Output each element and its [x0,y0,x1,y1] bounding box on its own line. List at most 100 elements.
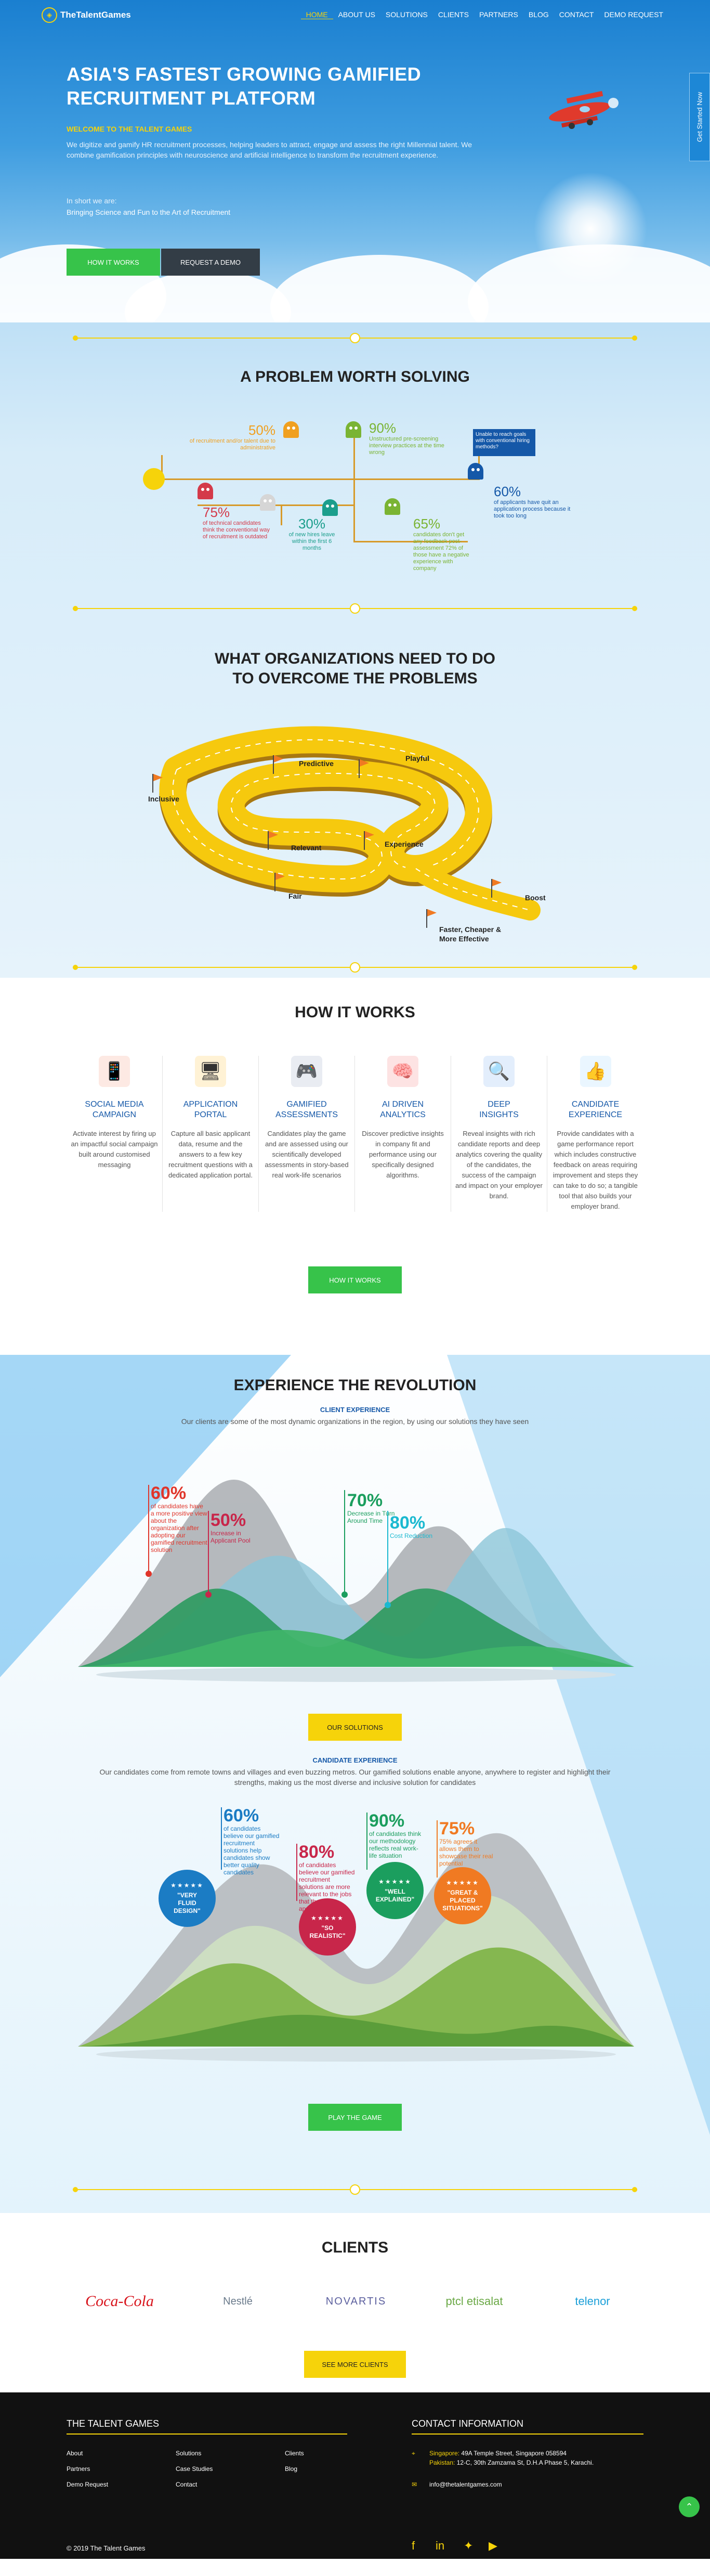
nav-item-blog[interactable]: BLOG [523,10,554,19]
novartis-logo[interactable]: NOVARTIS [314,2283,398,2320]
problem-stat: 60% of applicants have quit an applicatio… [494,484,571,519]
candidate-mountains-illustration [78,1833,634,2062]
play-the-game-button[interactable]: PLAY THE GAME [308,2104,402,2131]
bulb-icon [350,962,360,973]
candidate-stat: 60% of candidates believe our gamified re… [223,1806,280,1876]
sky-band: A PROBLEM WORTH SOLVING 50% of recruitmen… [0,322,710,978]
nav-item-about[interactable]: ABOUT US [333,10,380,19]
facebook-icon[interactable]: f [412,2539,415,2553]
candidate-stat: 90% of candidates think our methodology r… [369,1811,422,1859]
client-experience-heading: CLIENT EXPERIENCE [320,1406,390,1414]
stat-pin [387,1511,388,1604]
how-it-works-button[interactable]: HOW IT WORKS [67,249,160,276]
client-experience-text: Our clients are some of the most dynamic… [181,1417,529,1426]
footer-link-contact[interactable]: Contact [176,2481,197,2488]
nav-item-clients[interactable]: CLIENTS [433,10,474,19]
nav-item-solutions[interactable]: SOLUTIONS [380,10,433,19]
ghost-icon [385,498,400,515]
how-step: 🧠 AI DRIVEN ANALYTICS Discover predictive… [355,1056,451,1212]
how-step-text: Reveal insights with rich candidate repo… [455,1130,543,1200]
flag-icon [491,879,502,898]
how-step-title: APPLICATION PORTAL [183,1100,238,1119]
bulb-icon [350,603,360,614]
candidate-experience-heading: CANDIDATE EXPERIENCE [312,1756,398,1764]
how-step: 🎮 GAMIFIED ASSESSMENTS Candidates play th… [259,1056,355,1212]
nav-item-home[interactable]: HOME [300,10,333,19]
road-label-inclusive: Inclusive [148,795,179,803]
footer-contact-heading: CONTACT INFORMATION [412,2418,643,2435]
telenor-logo[interactable]: telenor [551,2283,634,2320]
bulb-icon [350,2184,360,2195]
twitter-icon[interactable]: ✦ [464,2539,473,2553]
youtube-icon[interactable]: ▶ [489,2539,497,2553]
logo-text: TheTalentGames [60,10,131,20]
logo[interactable]: ◈ TheTalentGames [42,7,131,23]
logo-mark-icon: ◈ [42,7,57,23]
how-it-works-button[interactable]: HOW IT WORKS [308,1266,402,1293]
how-step-text: Capture all basic applicant data, resume… [168,1130,253,1179]
nav-item-demo[interactable]: DEMO REQUEST [599,10,668,19]
flag-icon [364,831,374,850]
how-step-text: Discover predictive insights in company … [362,1130,444,1179]
footer-company-heading: THE TALENT GAMES [67,2418,347,2435]
clients-section: CLIENTS Coca-Cola Nestlé NOVARTIS ptcl e… [0,2213,710,2392]
problem-stat: 75% of technical candidates think the con… [203,504,270,540]
get-started-tab[interactable]: Get Started Now [689,73,710,161]
how-step: 👍 CANDIDATE EXPERIENCE Provide candidates… [547,1056,643,1212]
footer-link-blog[interactable]: Blog [285,2465,297,2473]
ptcl-logo[interactable]: ptcl etisalat [433,2283,516,2320]
ghost-icon [346,421,361,438]
maze-track [353,437,355,541]
footer-link-case-studies[interactable]: Case Studies [176,2465,213,2473]
how-step-text: Provide candidates with a game performan… [553,1130,638,1210]
section-divider [73,333,637,343]
footer-link-partners[interactable]: Partners [67,2465,90,2473]
request-demo-button[interactable]: REQUEST A DEMO [161,249,260,276]
coca-cola-logo[interactable]: Coca-Cola [78,2283,161,2320]
footer-link-clients[interactable]: Clients [285,2450,304,2457]
problem-title: A PROBLEM WORTH SOLVING [240,368,470,385]
candidate-experience-text: Our candidates come from remote towns an… [99,1768,611,1787]
candidate-stat: 75% 75% agrees it allows them to showcase… [439,1819,493,1867]
our-solutions-button[interactable]: OUR SOLUTIONS [308,1714,402,1741]
linkedin-icon[interactable]: in [436,2539,444,2553]
airplane-icon [549,90,619,129]
nav-item-contact[interactable]: CONTACT [554,10,599,19]
flag-icon [268,831,278,850]
how-step-title: DEEP INSIGHTS [479,1100,519,1119]
nestle-logo[interactable]: Nestlé [196,2283,280,2320]
testimonial-bubble: ★★★★★ "GREAT & PLACED SITUATIONS" [434,1867,491,1924]
footer-email[interactable]: info@thetalentgames.com [429,2480,502,2489]
sun-glow [533,172,648,286]
see-more-clients-button[interactable]: SEE MORE CLIENTS [304,2351,406,2378]
footer-link-about[interactable]: About [67,2450,83,2457]
stars-icon: ★★★★★ [170,1882,204,1889]
bulb-icon [350,333,360,343]
how-step: 📱 SOCIAL MEDIA CAMPAIGN Activate interest… [67,1056,163,1212]
gamepad-icon: 🎮 [291,1056,322,1087]
how-step-title: SOCIAL MEDIA CAMPAIGN [85,1100,144,1119]
how-it-works-section: HOW IT WORKS 📱 SOCIAL MEDIA CAMPAIGN Acti… [0,978,710,1355]
roadmap-section: WHAT ORGANIZATIONS NEED TO DO TO OVERCOME… [0,635,710,978]
client-stat: 60% of candidates have a more positive vi… [151,1483,207,1554]
hero-title: ASIA'S FASTEST GROWING GAMIFIED RECRUITM… [67,63,422,109]
stat-pin [148,1485,149,1573]
page: ◈ TheTalentGames HOME ABOUT US SOLUTIONS… [0,0,710,2559]
roadmap-illustration [159,726,541,921]
testimonial-bubble: ★★★★★ "SO REALISTIC" [299,1898,356,1956]
roadmap-title: WHAT ORGANIZATIONS NEED TO DO TO OVERCOME… [215,650,495,687]
nav-item-partners[interactable]: PARTNERS [474,10,523,19]
footer-link-solutions[interactable]: Solutions [176,2450,201,2457]
how-title: HOW IT WORKS [295,1004,415,1021]
footer-link-demo-request[interactable]: Demo Request [67,2481,108,2488]
stat-pin [296,1844,297,1901]
problem-stat: 65% candidates don't get any feedback pos… [413,516,469,572]
stars-icon: ★★★★★ [311,1914,344,1922]
client-stat: 50% Increase in Applicant Pool [211,1510,251,1544]
ghost-icon [468,463,483,480]
magnifier-icon: 🔍 [483,1056,515,1087]
email-icon: ✉ [412,2481,417,2488]
main-menu: HOME ABOUT US SOLUTIONS CLIENTS PARTNERS… [300,10,668,19]
stat-pin [366,1813,367,1870]
scroll-to-top-button[interactable]: ⌃ [679,2496,700,2517]
